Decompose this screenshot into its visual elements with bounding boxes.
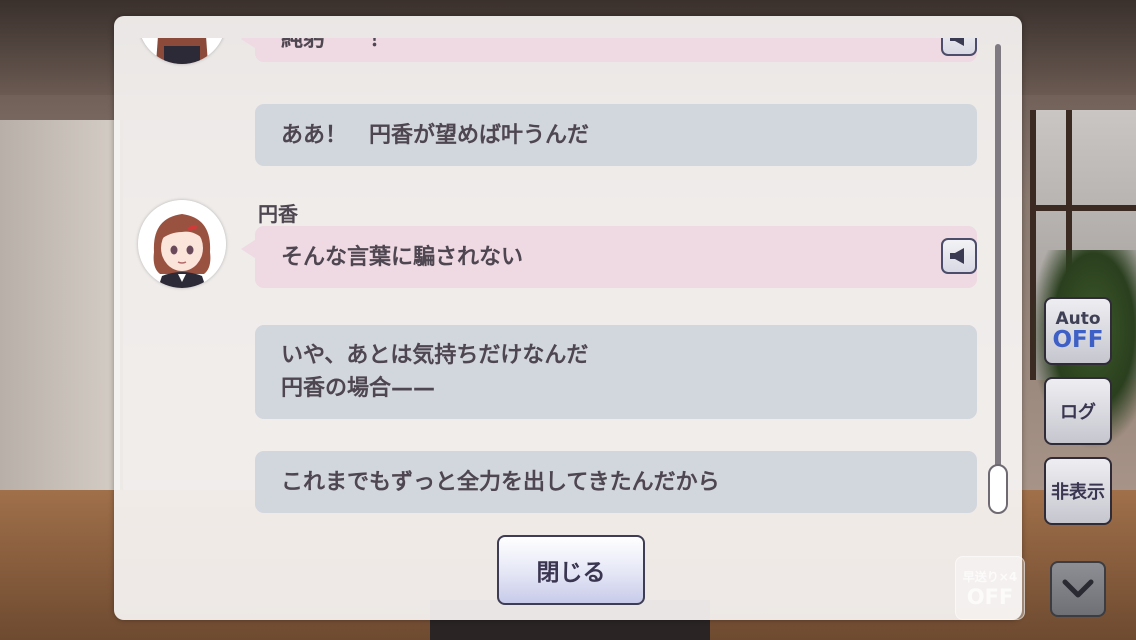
log-line: いや、あとは気持ちだけなんだ — [281, 343, 589, 368]
chevron-down-icon — [1062, 579, 1094, 598]
log-line: 円香の場合—— — [281, 376, 436, 401]
madoka-portrait — [138, 200, 226, 288]
log-line: そんな言葉に騙されない — [281, 244, 524, 270]
speaker-icon — [950, 38, 964, 46]
hide-button-label: 非表示 — [1051, 482, 1105, 503]
scrollbar-track[interactable] — [995, 44, 1001, 510]
log-list[interactable]: 純躬 ！ ああ！ 円香が望めば叶うんだ 円香 そんな言葉に騙されない いや、あと… — [114, 38, 1022, 530]
auto-label: Auto — [1055, 309, 1101, 329]
log-line: 純躬 ！ — [281, 38, 392, 52]
voice-replay-button[interactable] — [941, 238, 977, 274]
log-panel: 純躬 ！ ああ！ 円香が望めば叶うんだ 円香 そんな言葉に騙されない いや、あと… — [114, 16, 1022, 620]
log-line: ああ！ 円香が望めば叶うんだ — [281, 122, 590, 148]
log-bubble: これまでもずっと全力を出してきたんだから — [255, 451, 977, 513]
fast-forward-button[interactable]: 早送り×4 OFF — [955, 556, 1025, 620]
auto-state: OFF — [1052, 327, 1104, 353]
log-button[interactable]: ログ — [1044, 377, 1112, 445]
voice-replay-button[interactable] — [941, 38, 977, 56]
character-avatar — [138, 38, 226, 64]
log-bubble: いや、あとは気持ちだけなんだ 円香の場合—— — [255, 325, 977, 419]
speaker-name: 円香 — [258, 202, 298, 226]
hide-ui-button[interactable]: 非表示 — [1044, 457, 1112, 525]
log-bubble: 純躬 ！ — [241, 38, 977, 62]
fast-forward-label: 早送り×4 — [962, 569, 1018, 584]
log-line: これまでもずっと全力を出してきたんだから — [281, 469, 720, 495]
character-avatar — [138, 200, 226, 288]
scrollbar-thumb[interactable] — [988, 464, 1008, 514]
close-button[interactable]: 閉じる — [497, 535, 645, 605]
log-button-label: ログ — [1060, 402, 1096, 423]
background-mirror — [0, 120, 123, 500]
log-bubble: ああ！ 円香が望めば叶うんだ — [255, 104, 977, 166]
speaker-icon — [950, 248, 964, 264]
auto-toggle-button[interactable]: Auto OFF — [1044, 297, 1112, 365]
log-bubble: そんな言葉に騙されない — [241, 226, 977, 288]
fast-forward-state: OFF — [966, 584, 1014, 609]
scroll-down-button[interactable] — [1050, 561, 1106, 617]
